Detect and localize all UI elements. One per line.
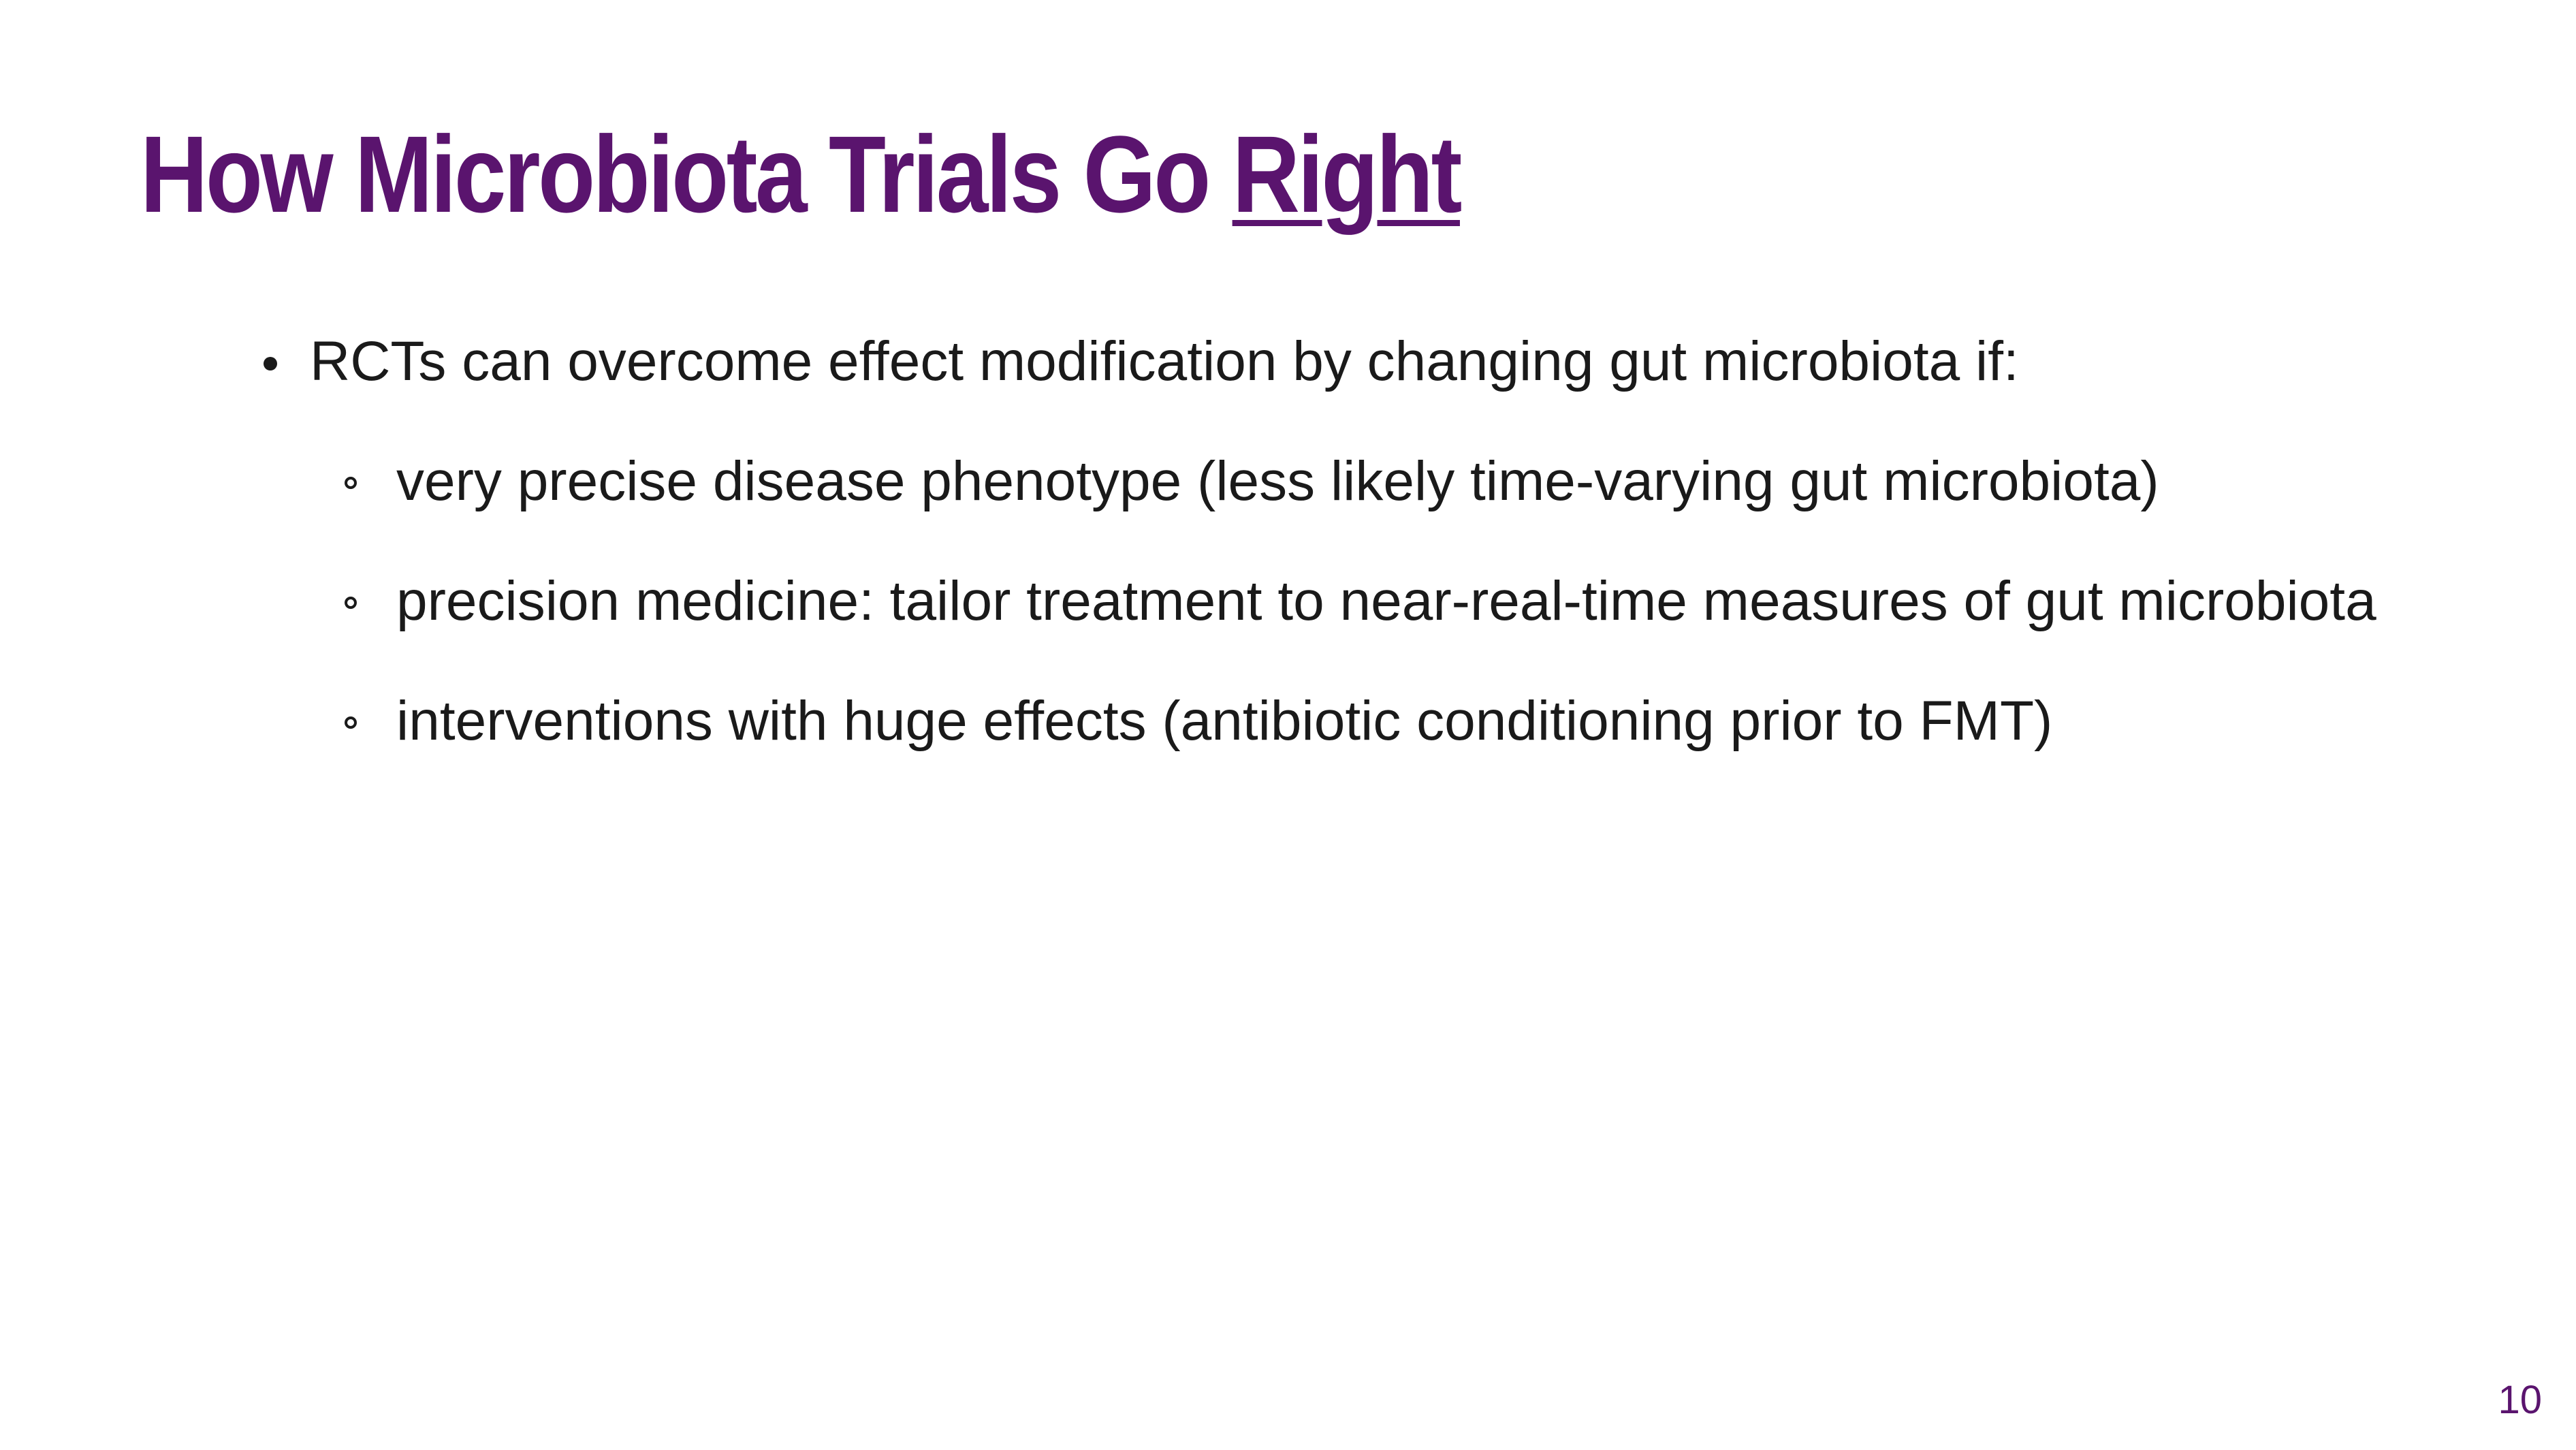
filled-bullet-icon bbox=[264, 357, 277, 371]
sub-bullet-text: interventions with huge effects (antibio… bbox=[396, 690, 2053, 752]
slide: How Microbiota Trials Go Right RCTs can … bbox=[0, 0, 2576, 1450]
sub-bullet-text: precision medicine: tailor treatment to … bbox=[396, 570, 2376, 632]
sub-bullet-text: very precise disease phenotype (less lik… bbox=[396, 450, 2159, 512]
hollow-bullet-icon bbox=[345, 597, 357, 609]
slide-title-main: How Microbiota Trials Go bbox=[140, 113, 1233, 235]
sub-bullet-item: very precise disease phenotype (less lik… bbox=[345, 454, 2159, 509]
slide-title-emphasis: Right bbox=[1232, 113, 1463, 235]
sub-bullet-item: precision medicine: tailor treatment to … bbox=[345, 570, 2376, 632]
page-number: 10 bbox=[2498, 1378, 2542, 1422]
hollow-bullet-icon bbox=[345, 477, 357, 489]
slide-title: How Microbiota Trials Go Right bbox=[140, 113, 1463, 235]
sub-bullet-item: interventions with huge effects (antibio… bbox=[345, 690, 2053, 752]
bullet-item: RCTs can overcome effect modification by… bbox=[264, 334, 2019, 390]
hollow-bullet-icon bbox=[345, 716, 357, 729]
bullet-text: RCTs can overcome effect modification by… bbox=[310, 330, 2019, 392]
